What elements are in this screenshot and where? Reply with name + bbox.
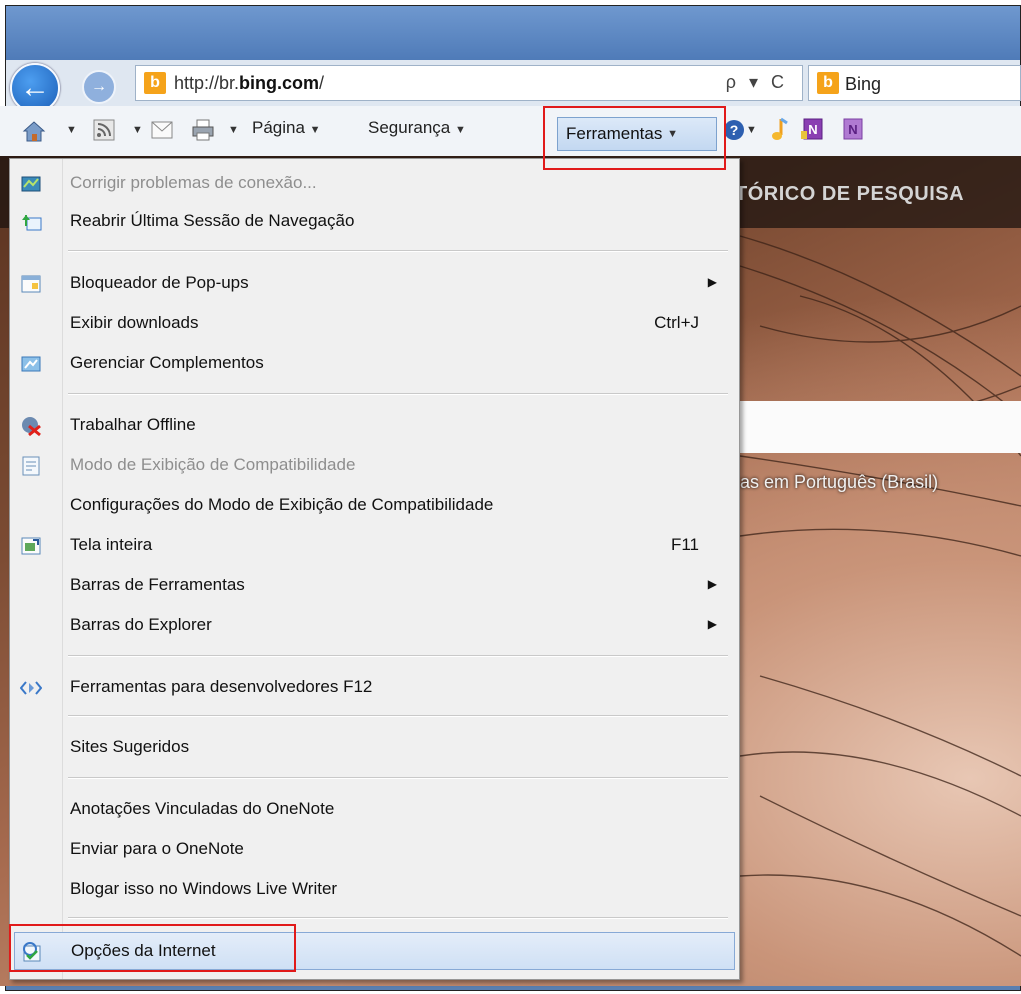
menu-separator [68, 655, 728, 657]
tools-menu-button[interactable]: Ferramentas ▼ [557, 117, 717, 151]
menu-separator [68, 777, 728, 779]
menu-item-compatibility-settings[interactable]: Configurações do Modo de Exibição de Com… [10, 487, 739, 525]
svg-text:?: ? [730, 122, 739, 138]
onenote-linked-icon[interactable]: N [800, 116, 826, 142]
menu-item-downloads[interactable]: Exibir downloads Ctrl+J [10, 305, 739, 343]
menu-item-explorer-bars[interactable]: Barras do Explorer ▶ [10, 607, 739, 645]
bing-favicon-icon: b [144, 72, 166, 94]
menu-item-reopen-session[interactable]: Reabrir Última Sessão de Navegação [10, 203, 739, 241]
forward-button[interactable]: → [82, 70, 116, 104]
language-link[interactable]: ıas em Português (Brasil) [735, 472, 938, 493]
tools-dropdown-menu: Corrigir problemas de conexão... Reabrir… [9, 158, 740, 980]
svg-text:N: N [848, 122, 857, 137]
feeds-dropdown-icon[interactable]: ▼ [132, 124, 143, 136]
chevron-down-icon: ▼ [454, 124, 466, 136]
mail-icon[interactable] [150, 118, 174, 142]
menu-separator [68, 250, 728, 252]
menu-separator [68, 715, 728, 717]
menu-item-manage-addons[interactable]: Gerenciar Complementos [10, 345, 739, 383]
address-bar[interactable]: b http://br.bing.com/ ρ ▾ C [135, 65, 803, 101]
help-icon[interactable]: ? [722, 118, 746, 142]
address-tools[interactable]: ρ ▾ C [726, 72, 788, 93]
onenote-send-icon[interactable]: N [840, 116, 866, 142]
chevron-down-icon: ▼ [667, 128, 678, 140]
addons-icon [20, 353, 42, 375]
page-menu-label: Página [252, 118, 305, 137]
submenu-arrow-icon: ▶ [707, 617, 717, 631]
menu-item-blog-live-writer[interactable]: Blogar isso no Windows Live Writer [10, 871, 739, 909]
submenu-arrow-icon: ▶ [707, 577, 717, 591]
bing-favicon-icon: b [817, 72, 839, 94]
menu-item-send-to-onenote[interactable]: Enviar para o OneNote [10, 831, 739, 869]
feeds-icon[interactable] [92, 118, 116, 142]
menu-item-compatibility-view[interactable]: Modo de Exibição de Compatibilidade [10, 447, 739, 485]
back-arrow-icon: ← [20, 71, 50, 104]
tab-title: Bing [845, 74, 882, 94]
print-icon[interactable] [190, 117, 216, 143]
submenu-arrow-icon: ▶ [707, 275, 717, 289]
tools-menu-label: Ferramentas [566, 124, 663, 143]
svg-text:N: N [808, 122, 817, 137]
page-heading: TÓRICO DE PESQUISA [735, 183, 965, 205]
title-bar [6, 6, 1020, 60]
internet-options-icon [21, 941, 43, 963]
menu-item-toolbars[interactable]: Barras de Ferramentas ▶ [10, 567, 739, 605]
print-dropdown-icon[interactable]: ▼ [228, 124, 239, 136]
search-box[interactable] [735, 401, 1021, 453]
work-offline-icon [20, 415, 42, 437]
compatibility-view-icon [20, 455, 42, 477]
menu-item-internet-options[interactable]: Opções da Internet [14, 932, 735, 970]
safety-menu-label: Segurança [368, 118, 451, 137]
shortcut-ctrl-j: Ctrl+J [654, 313, 699, 332]
connection-diagnostics-icon [20, 173, 42, 195]
reopen-session-icon [20, 211, 42, 233]
home-dropdown-icon[interactable]: ▼ [66, 124, 77, 136]
chevron-down-icon: ▼ [309, 124, 321, 136]
menu-item-popup-blocker[interactable]: Bloqueador de Pop-ups ▶ [10, 265, 739, 303]
tab-bing[interactable]: b Bing [808, 65, 1021, 101]
menu-item-fullscreen[interactable]: Tela inteira F11 [10, 527, 739, 565]
menu-item-fix-connection[interactable]: Corrigir problemas de conexão... [10, 165, 739, 203]
url-text: http://br.bing.com/ [174, 73, 325, 93]
popup-blocker-icon [20, 273, 42, 295]
menu-item-work-offline[interactable]: Trabalhar Offline [10, 407, 739, 445]
forward-arrow-icon: → [91, 78, 107, 95]
menu-item-suggested-sites[interactable]: Sites Sugeridos [10, 729, 739, 767]
safety-menu-button[interactable]: Segurança ▼ [368, 118, 466, 138]
page-menu-button[interactable]: Página ▼ [252, 118, 321, 138]
menu-item-developer-tools[interactable]: Ferramentas para desenvolvedores F12 [10, 669, 739, 707]
fullscreen-icon [20, 535, 42, 557]
menu-separator [68, 917, 728, 919]
music-note-icon[interactable] [768, 116, 792, 144]
shortcut-f11: F11 [670, 535, 699, 554]
menu-separator [68, 393, 728, 395]
home-icon[interactable] [20, 116, 48, 146]
help-dropdown-icon[interactable]: ▼ [746, 124, 757, 136]
menu-item-onenote-linked-notes[interactable]: Anotações Vinculadas do OneNote [10, 791, 739, 829]
developer-tools-icon [20, 677, 42, 699]
